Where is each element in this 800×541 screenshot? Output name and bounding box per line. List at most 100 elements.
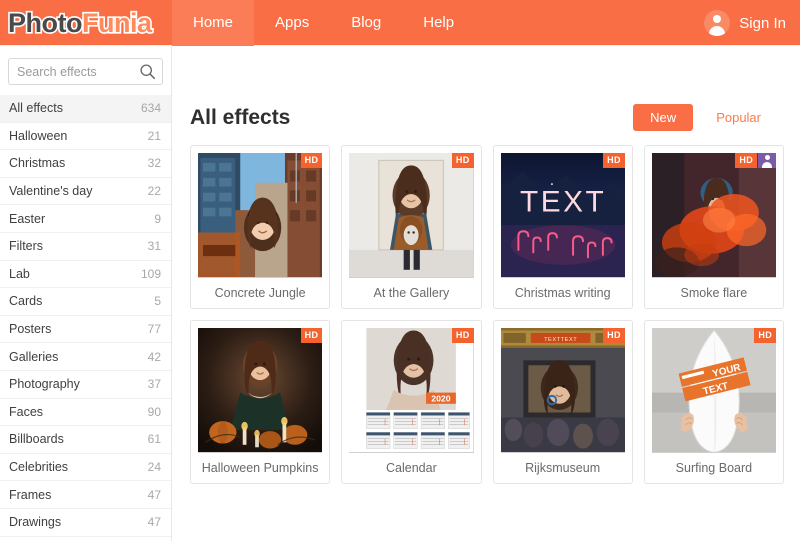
effect-title: Surfing Board [675,461,753,475]
svg-text:TEXTTEXT: TEXTTEXT [544,337,577,343]
sidebar-item-billboards[interactable]: Billboards 61 [0,426,171,454]
content-header: All effects New Popular [190,46,784,145]
effect-thumbnail: HD [349,153,474,278]
effect-card[interactable]: YOUR TEXT HD Surfing Board [643,320,784,484]
page-title: All effects [190,105,291,129]
badge-group: HD [451,153,474,169]
effect-title: Calendar [386,461,437,475]
sidebar-item-faces[interactable]: Faces 90 [0,399,171,427]
effect-card[interactable]: HD Halloween Pumpkins [190,320,331,484]
christmas-writing-overlay-text: TEXT [520,185,606,218]
search-box[interactable] [8,58,163,85]
sign-in-label: Sign In [739,14,786,32]
hd-badge: HD [754,328,776,344]
effect-card[interactable]: 2020 HD Calendar [341,320,482,484]
category-label: All effects [9,101,63,116]
category-label: Photography [9,377,80,392]
effects-grid: HD Concrete Jungle HD At the Gallery TEX… [190,145,784,484]
sidebar-item-christmas[interactable]: Christmas 32 [0,150,171,178]
page-body: All effects 634 Halloween 21 Christmas 3… [0,46,800,541]
category-count: 47 [147,515,161,530]
category-count: 47 [147,487,161,502]
category-count: 42 [147,349,161,364]
sign-in-button[interactable]: Sign In [704,0,786,46]
category-label: Frames [9,487,52,502]
logo-text-funia: Funia [80,6,153,39]
at-the-gallery-artwork [349,153,474,278]
sidebar-item-frames[interactable]: Frames 47 [0,481,171,509]
calendar-year-overlay-text: 2020 [432,394,451,404]
nav-item-home[interactable]: Home [172,0,255,46]
sidebar-item-drawings[interactable]: Drawings 47 [0,509,171,537]
category-label: Drawings [9,515,62,530]
smoke-flare-artwork [651,153,776,278]
sidebar-item-filters[interactable]: Filters 31 [0,233,171,261]
sidebar-item-all-effects[interactable]: All effects 634 [0,95,171,123]
effect-title: At the Gallery [373,286,450,300]
sort-toggle-new[interactable]: New [633,104,694,131]
sidebar-item-valentines-day[interactable]: Valentine's day 22 [0,178,171,206]
category-label: Lab [9,266,30,281]
effect-thumbnail: HD [198,153,323,278]
search-icon[interactable] [139,63,156,80]
category-label: Cards [9,294,43,309]
sidebar-item-easter[interactable]: Easter 9 [0,205,171,233]
effect-thumbnail: HD [198,328,323,453]
site-logo[interactable]: PhotoFunia [0,0,172,46]
sidebar-item-galleries[interactable]: Galleries 42 [0,343,171,371]
category-count: 24 [147,460,161,475]
nav-item-help[interactable]: Help [402,0,475,46]
badge-group: HD [754,328,776,344]
category-count: 9 [154,211,161,226]
effect-title: Concrete Jungle [214,286,306,300]
rijksmuseum-artwork: TEXTTEXT [500,328,625,453]
sidebar-item-halloween[interactable]: Halloween 21 [0,123,171,151]
sidebar-item-posters[interactable]: Posters 77 [0,316,171,344]
effect-thumbnail: 2020 HD [349,328,474,453]
effect-title: Christmas writing [514,286,611,300]
sidebar: All effects 634 Halloween 21 Christmas 3… [0,46,172,541]
effect-card[interactable]: TEXT HD Christmas writing [492,145,633,309]
effect-title: Rijksmuseum [525,461,601,475]
category-label: Halloween [9,128,68,143]
badge-group: HD [603,153,625,169]
category-count: 21 [147,128,161,143]
category-count: 31 [147,239,161,254]
logo-text-photo: Photo [6,6,84,39]
main-navigation: Home Apps Blog Help [172,0,475,46]
effect-title: Smoke flare [680,286,748,300]
effect-thumbnail: TEXT HD [500,153,625,278]
effect-thumbnail: YOUR TEXT HD [651,328,776,453]
halloween-pumpkins-artwork [198,328,323,453]
sidebar-item-lab[interactable]: Lab 109 [0,261,171,289]
hd-badge: HD [300,153,323,169]
effect-card[interactable]: HD Smoke flare [643,145,784,309]
sort-toggle-popular[interactable]: Popular [699,104,778,131]
sidebar-item-celebrities[interactable]: Celebrities 24 [0,454,171,482]
badge-group: HD [735,153,776,169]
hd-badge: HD [300,328,323,344]
category-label: Filters [9,239,44,254]
hd-badge: HD [451,153,474,169]
nav-item-apps[interactable]: Apps [254,0,330,46]
category-count: 634 [140,101,161,116]
sidebar-item-photography[interactable]: Photography 37 [0,371,171,399]
category-label: Christmas [9,156,66,171]
category-label: Galleries [9,349,59,364]
category-count: 37 [147,377,161,392]
badge-group: HD [300,153,323,169]
badge-group: HD [451,328,474,344]
category-label: Faces [9,404,44,419]
effect-thumbnail: HD [651,153,776,278]
nav-item-blog[interactable]: Blog [330,0,402,46]
effect-card[interactable]: TEXTTEXT HD Rijksmuseum [492,320,633,484]
category-count: 109 [140,266,161,281]
effect-card[interactable]: HD At the Gallery [341,145,482,309]
user-avatar-icon [704,10,731,36]
surfing-board-artwork: YOUR TEXT [651,328,776,453]
concrete-jungle-artwork [198,153,323,278]
category-count: 32 [147,156,161,171]
sidebar-item-cards[interactable]: Cards 5 [0,288,171,316]
category-count: 90 [147,404,161,419]
effect-card[interactable]: HD Concrete Jungle [190,145,331,309]
